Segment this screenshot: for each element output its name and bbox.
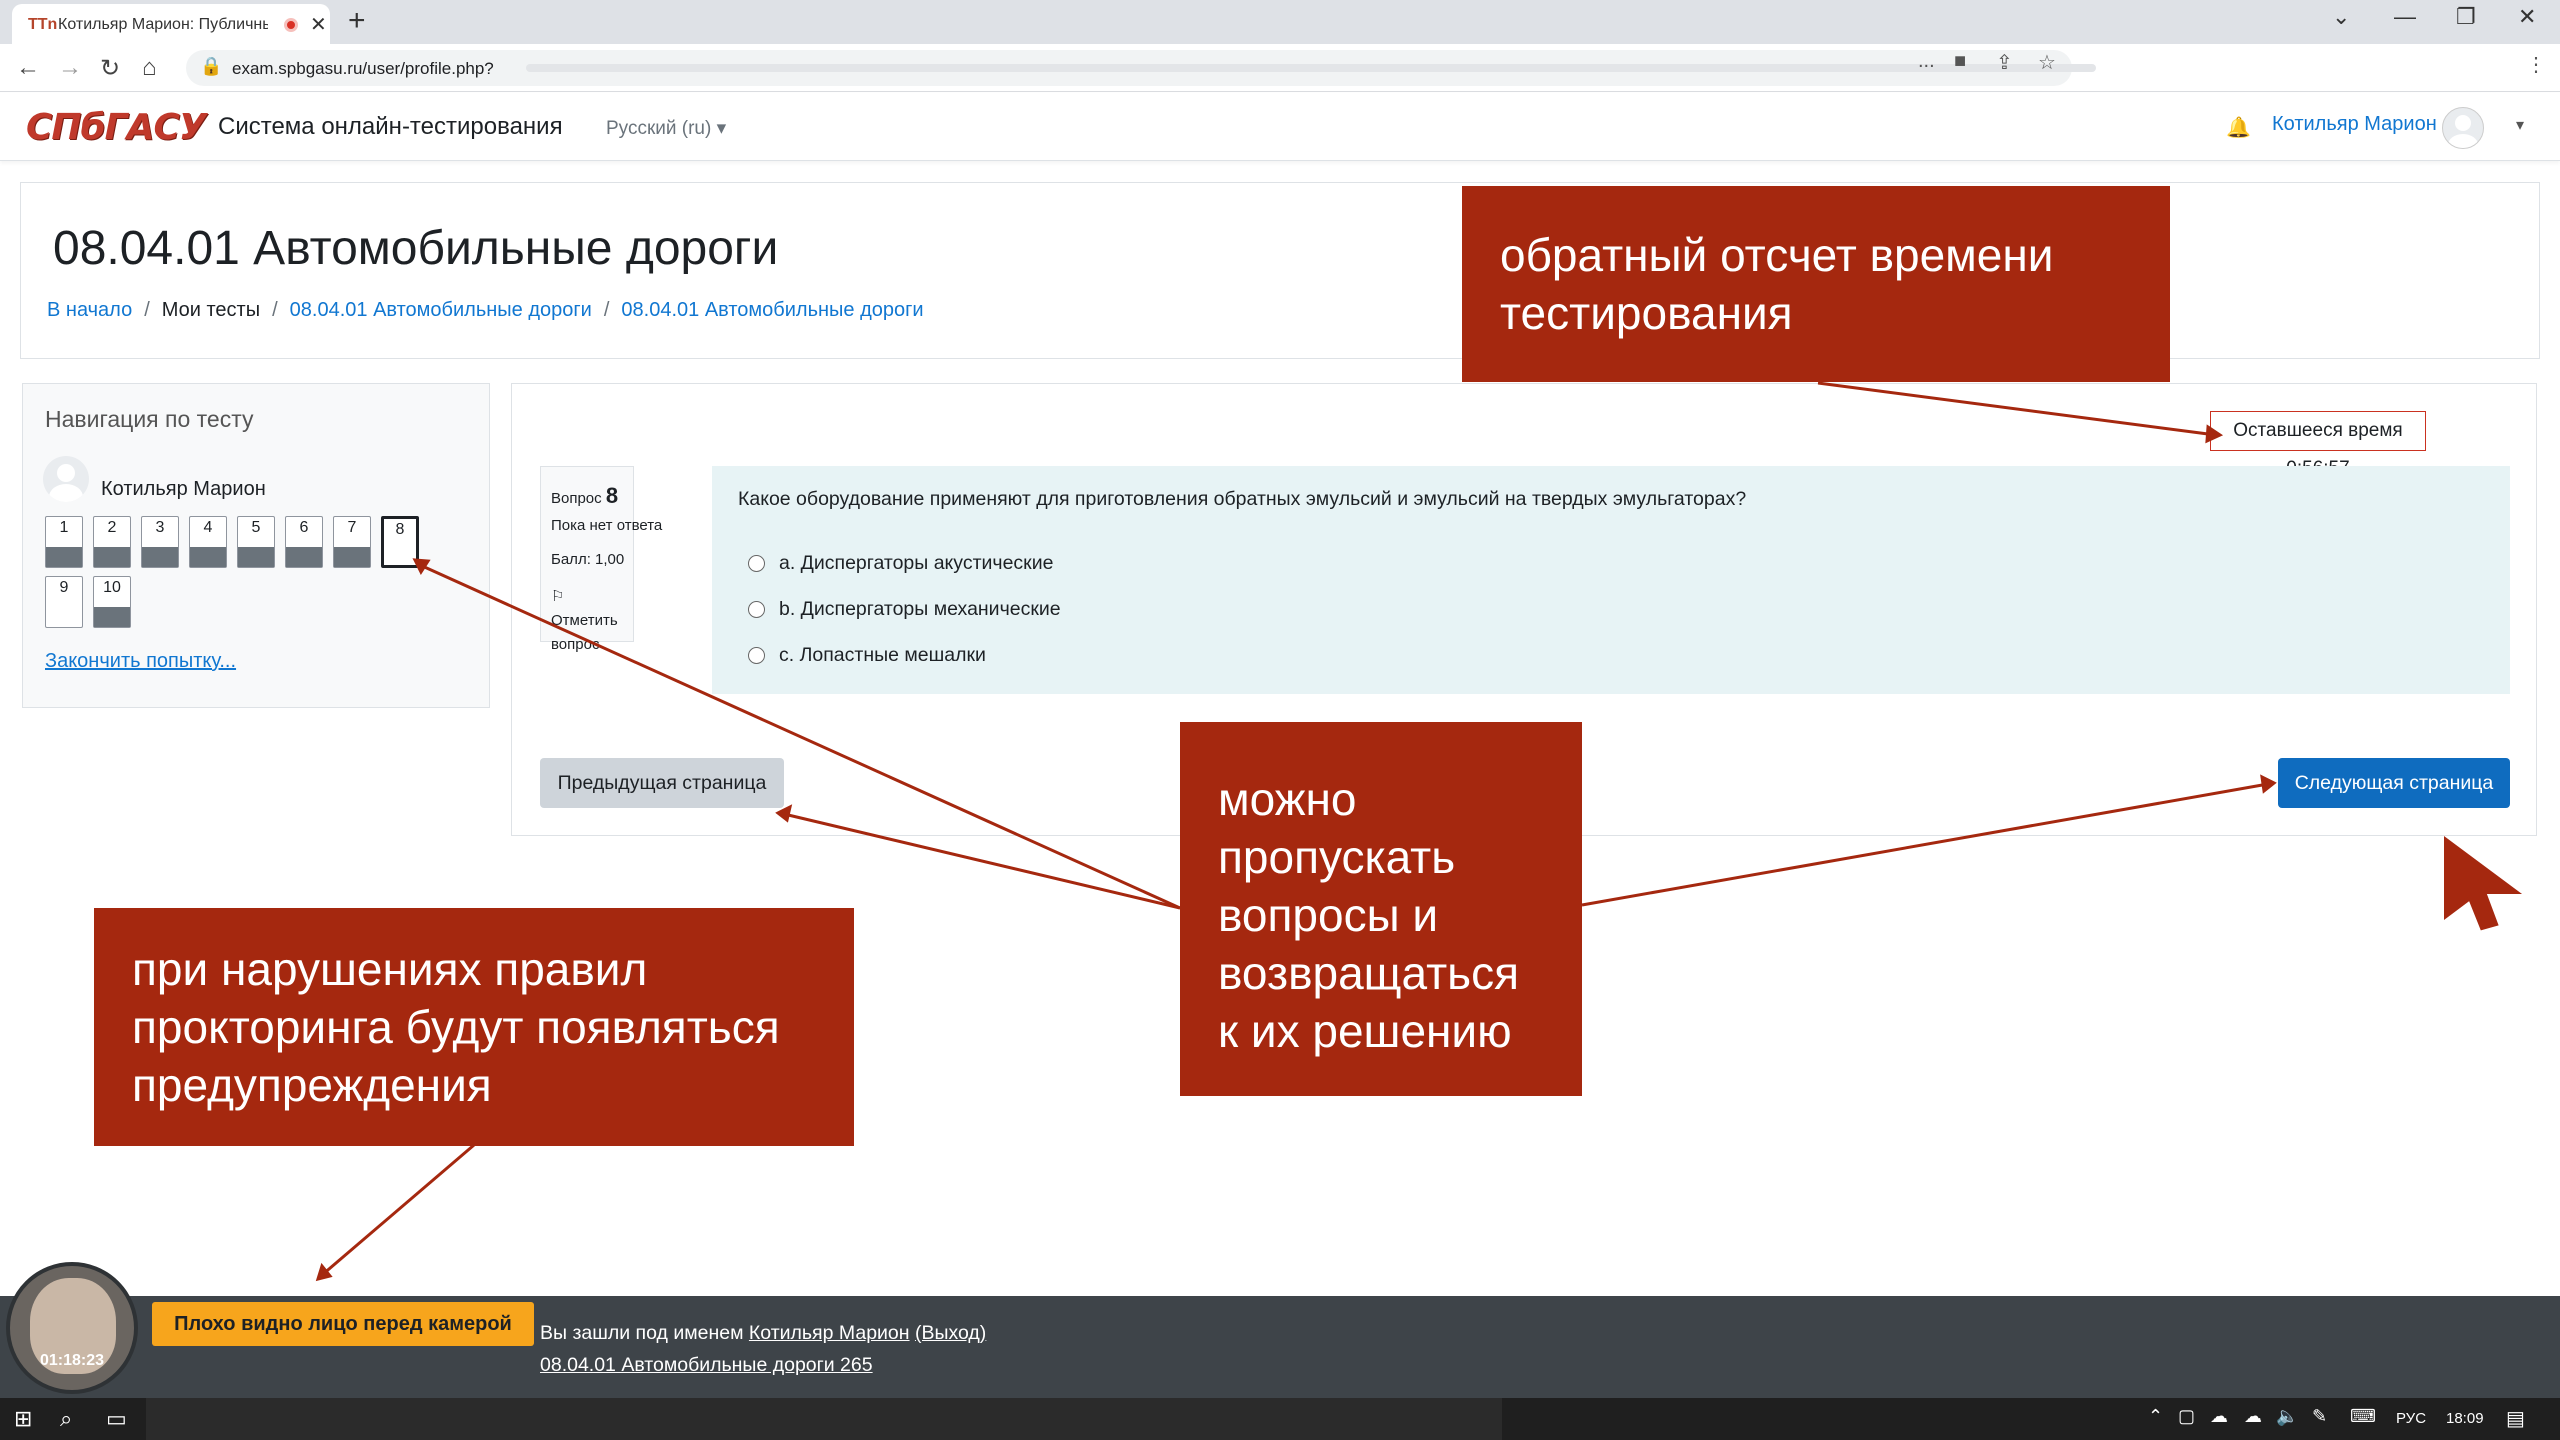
arrow-head-nav xyxy=(412,558,431,576)
arrow-head-prev xyxy=(775,804,793,823)
arrow-to-timer xyxy=(1817,381,2209,436)
arrow-to-warning xyxy=(321,1143,475,1277)
callout-proctoring: при нарушениях правил прокторинга будут … xyxy=(94,908,854,1146)
callout-skip: можно пропускать вопросы и возвращаться … xyxy=(1180,722,1582,1096)
arrow-to-prev xyxy=(783,812,1181,910)
arrow-to-nav xyxy=(419,563,1181,910)
callout-timer: обратный отсчет времени тестирования xyxy=(1462,186,2170,382)
arrow-head-next xyxy=(2260,774,2277,794)
annotation-arrows xyxy=(315,381,2523,1282)
arrow-head-timer xyxy=(2205,424,2224,444)
arrow-to-next xyxy=(1581,782,2269,907)
cursor-arrow-icon xyxy=(2444,836,2523,931)
